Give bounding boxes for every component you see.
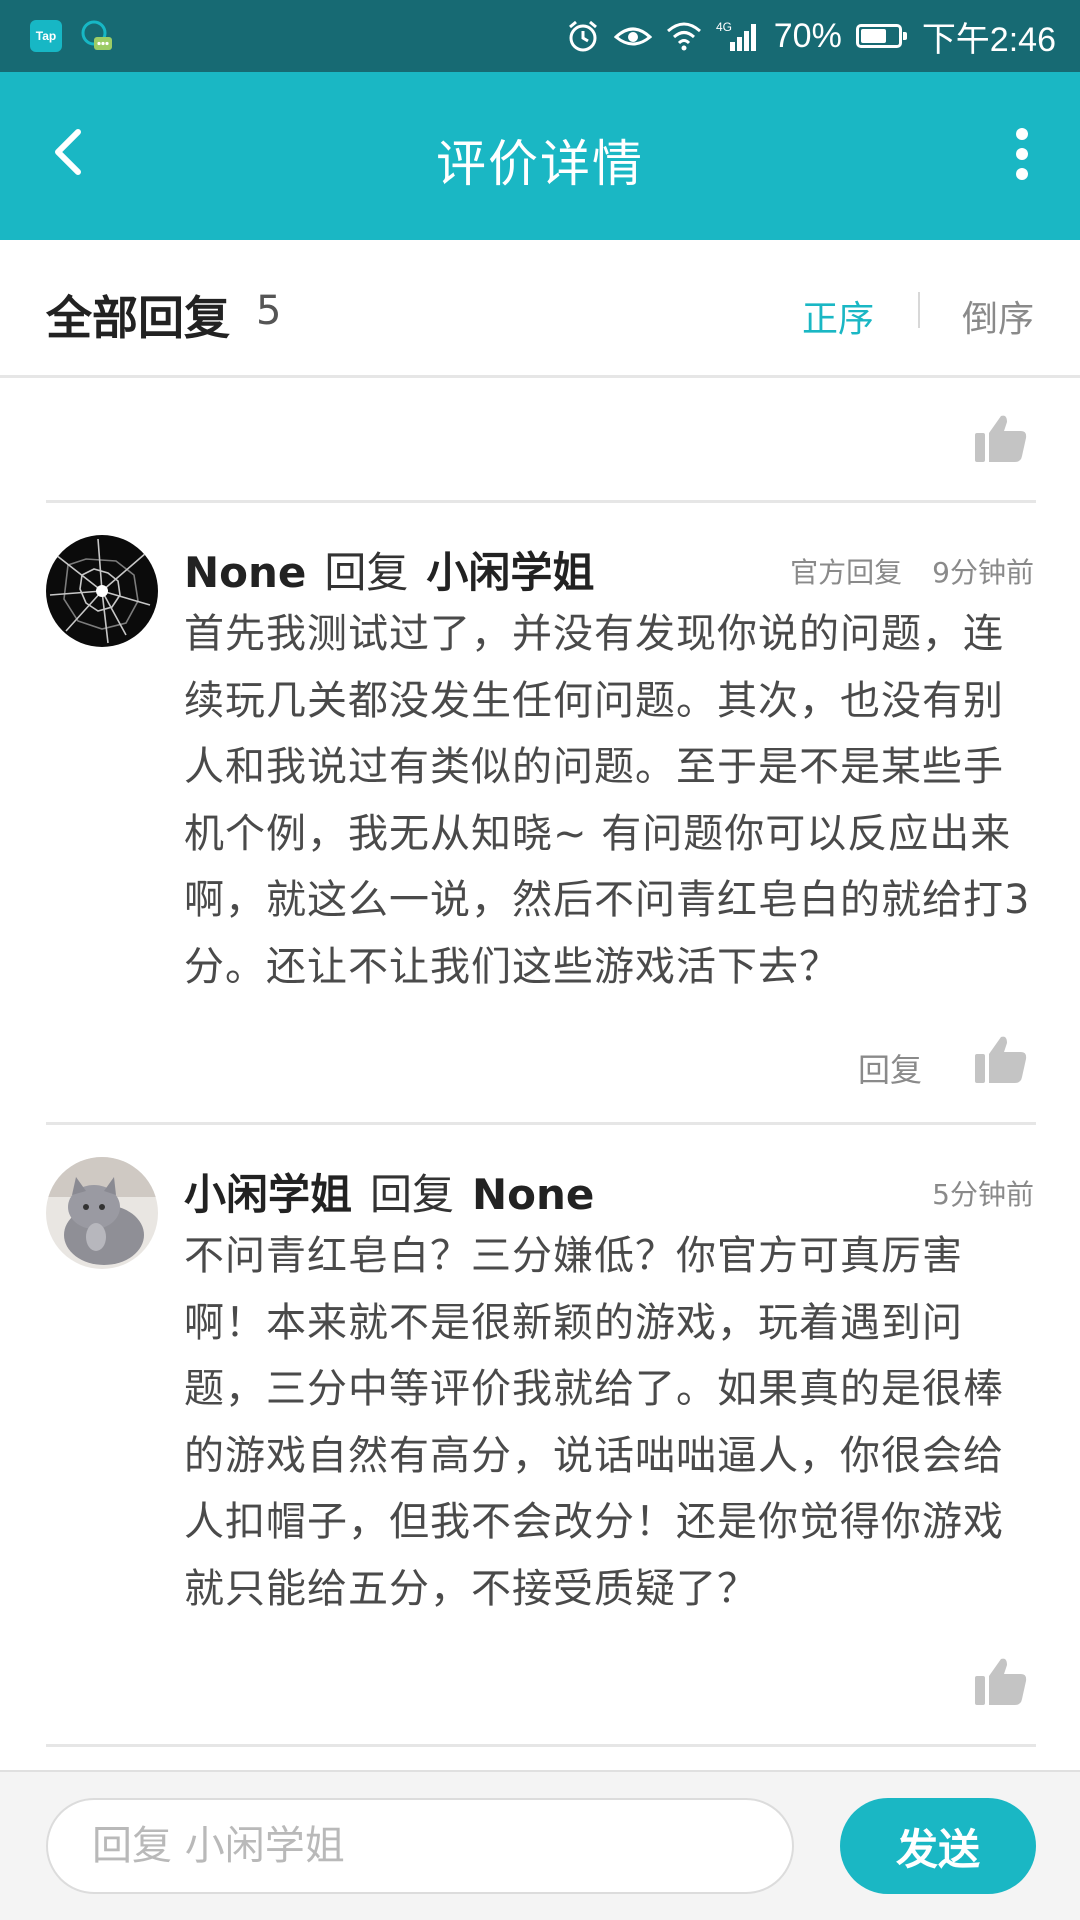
status-bar-right: 4G 70% 下午2:46 xyxy=(566,12,1056,61)
thumbs-up-icon xyxy=(975,1036,1027,1083)
thumbs-up-icon xyxy=(975,415,1027,462)
like-button[interactable] xyxy=(975,1657,1027,1705)
eye-comfort-icon xyxy=(613,27,652,46)
comment-item: 小闲学姐 回复 None 5分钟前 不问青红皂白？三分嫌低？你官方可真厉害啊！本来就… xyxy=(0,1125,1080,1745)
cellular-signal-icon: 4G xyxy=(716,20,756,51)
send-button[interactable]: 发送 xyxy=(840,1798,1036,1894)
thumbs-up-icon xyxy=(975,1658,1027,1705)
sort-descending-tab[interactable]: 倒序 xyxy=(962,290,1034,342)
battery-level xyxy=(860,29,886,43)
battery-icon xyxy=(855,24,907,48)
reply-word: 回复 xyxy=(370,1170,455,1219)
sort-ascending-tab[interactable]: 正序 xyxy=(802,290,874,342)
replies-title: 全部回复 xyxy=(46,291,230,345)
replies-header: 全部回复 5 正序 倒序 xyxy=(0,240,1080,378)
reply-bar: 发送 xyxy=(0,1770,1080,1920)
like-button[interactable] xyxy=(975,1035,1027,1083)
app-bar: 评价详情 xyxy=(0,72,1080,240)
divider xyxy=(46,1744,1036,1747)
avatar[interactable] xyxy=(46,1157,158,1269)
sort-divider xyxy=(918,292,920,328)
chat-bubble-icon xyxy=(81,20,112,50)
comment-author-line: 小闲学姐 回复 None xyxy=(184,1161,594,1222)
comment-time: 5分钟前 xyxy=(932,1178,1034,1211)
status-bar-left: Tap xyxy=(30,19,114,53)
comment-reply-target[interactable]: None xyxy=(472,1170,594,1219)
reply-button[interactable]: 回复 xyxy=(858,1045,922,1091)
comment-meta: 官方回复 9分钟前 xyxy=(790,551,1034,591)
reply-input[interactable] xyxy=(46,1798,794,1894)
page-title: 评价详情 xyxy=(436,135,644,193)
comment-item: None 回复 小闲学姐 官方回复 9分钟前 首先我测试过了，并没有发现你说的问题，连… xyxy=(0,503,1080,1123)
battery-percent: 70% xyxy=(773,16,842,55)
more-vertical-icon xyxy=(1016,128,1028,180)
comment-body: 首先我测试过了，并没有发现你说的问题，连续玩几关都没发生任何问题。其次，也没有别… xyxy=(184,611,1031,990)
like-button[interactable] xyxy=(975,414,1027,462)
official-reply-badge: 官方回复 xyxy=(790,556,903,589)
network-type-label: 4G xyxy=(716,20,732,34)
taptap-app-icon: Tap xyxy=(30,20,62,52)
avatar[interactable] xyxy=(46,535,158,647)
wifi-icon xyxy=(666,22,701,51)
status-bar: Tap 4G 70% 下午2:46 xyxy=(0,0,1080,72)
reply-word: 回复 xyxy=(324,548,409,597)
comment-author[interactable]: None xyxy=(184,548,306,597)
comment-meta: 5分钟前 xyxy=(932,1173,1034,1213)
alarm-icon xyxy=(568,20,597,52)
comment-author-line: None 回复 小闲学姐 xyxy=(184,539,594,600)
comment-body: 不问青红皂白？三分嫌低？你官方可真厉害啊！本来就不是很新颖的游戏，玩着遇到问题，… xyxy=(184,1233,1004,1612)
comment-reply-target[interactable]: 小闲学姐 xyxy=(426,548,594,597)
comment-time: 9分钟前 xyxy=(932,556,1034,589)
clock-time: 下午2:46 xyxy=(921,20,1056,59)
replies-count: 5 xyxy=(256,288,282,334)
more-options-button[interactable] xyxy=(1002,124,1042,184)
comment-author[interactable]: 小闲学姐 xyxy=(184,1170,352,1219)
